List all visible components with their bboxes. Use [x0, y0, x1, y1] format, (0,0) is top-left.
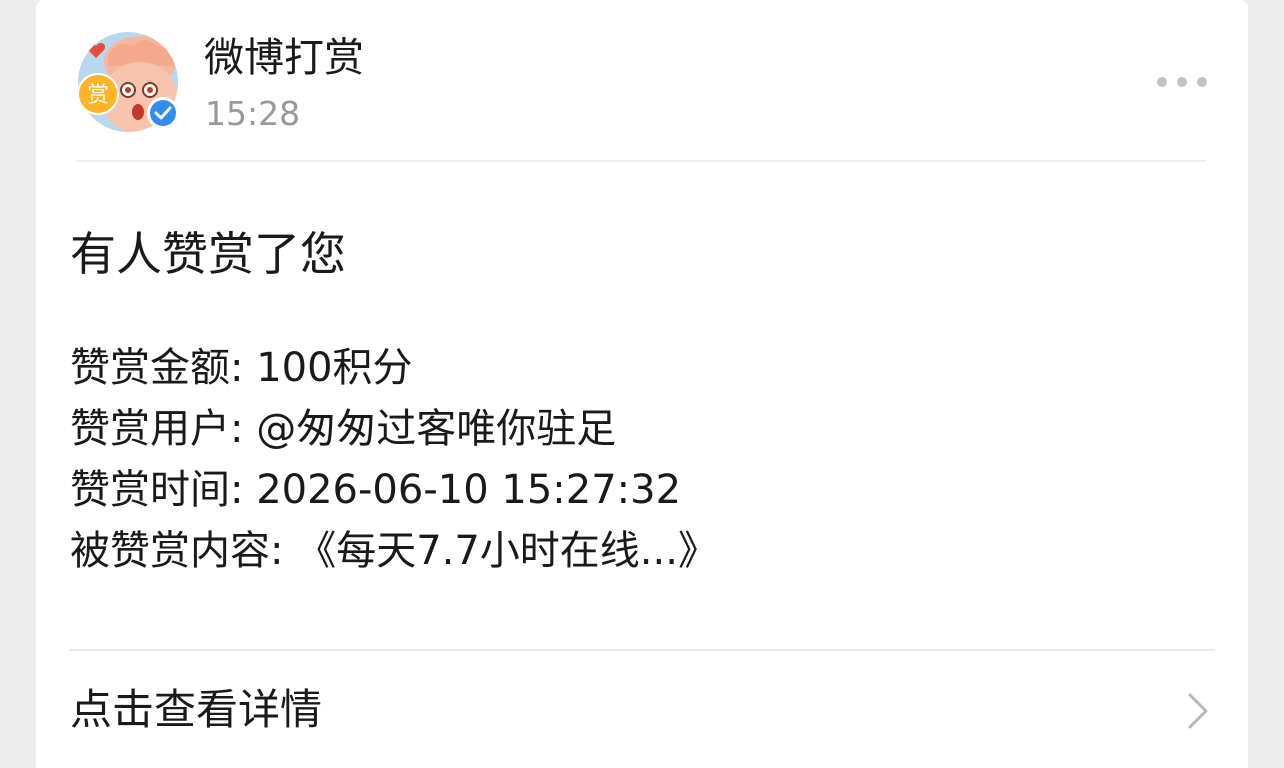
view-details-label: 点击查看详情 [70, 685, 323, 734]
reward-details: 赞赏金额: 100积分 赞赏用户: @匆匆过客唯你驻足 赞赏时间: 2026-0… [70, 338, 718, 582]
message-time: 15:28 [205, 94, 301, 133]
reward-amount: 赞赏金额: 100积分 [70, 345, 413, 391]
message-title: 有人赞赏了您 [70, 227, 346, 281]
chevron-right-icon [1188, 693, 1208, 729]
header-divider [76, 160, 1206, 162]
rewarded-content: 被赞赏内容: 《每天7.7小时在线...》 [70, 528, 718, 574]
reward-user: 赞赏用户: @匆匆过客唯你驻足 [70, 406, 617, 452]
verified-check-icon [147, 97, 179, 129]
more-dots-icon[interactable] [1154, 72, 1210, 92]
sender-name[interactable]: 微博打赏 [204, 34, 364, 82]
message-card: 赏 微博打赏 15:28 有人赞赏了您 赞赏金额: 100积分 赞赏用户: @匆… [36, 0, 1248, 768]
view-details-row[interactable]: 点击查看详情 [36, 651, 1248, 768]
reward-time: 赞赏时间: 2026-06-10 15:27:32 [70, 467, 682, 513]
avatar-badge-text: 赏 [87, 83, 109, 108]
